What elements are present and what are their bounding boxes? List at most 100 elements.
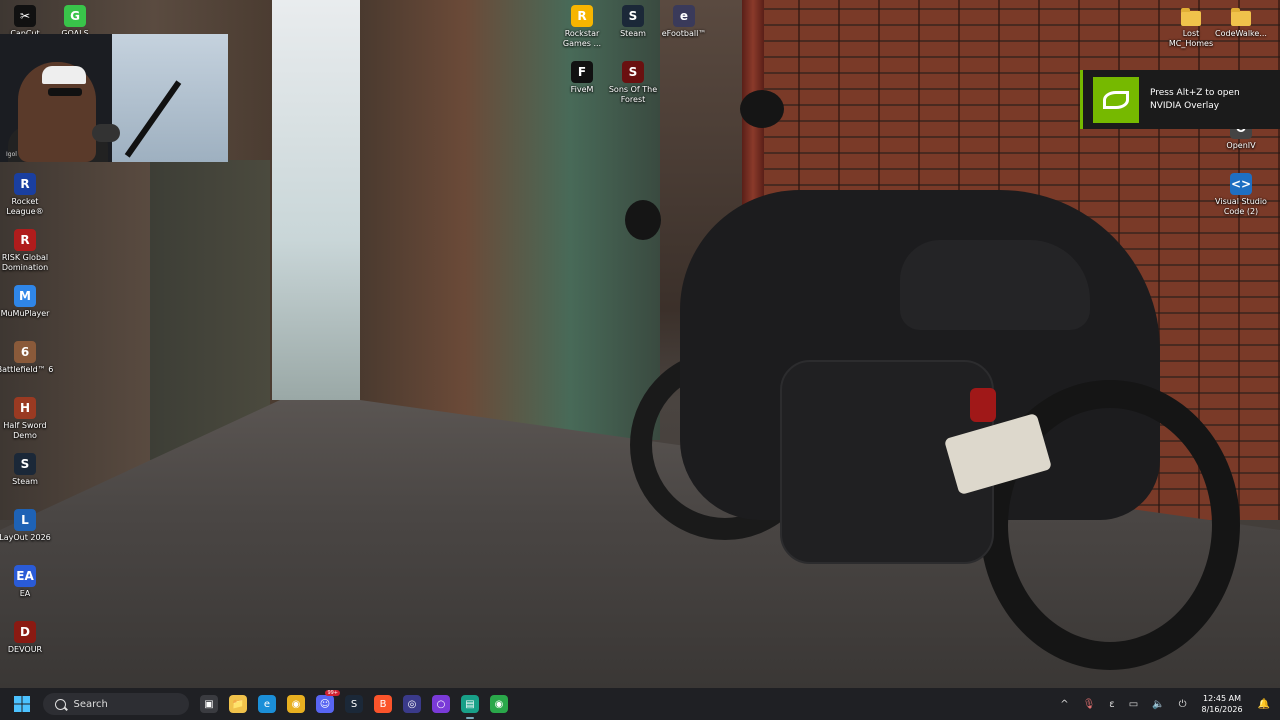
desktop-shortcut[interactable]: <> Visual Studio Code (2)	[1211, 173, 1271, 217]
desktop-shortcut-label: Half Sword Demo	[3, 421, 47, 440]
ea-icon: EA	[14, 565, 36, 587]
taskbar-clock[interactable]: 12:45 AM 8/16/2026	[1202, 693, 1243, 715]
taskbar-chrome-button[interactable]: ◉	[284, 692, 308, 716]
power-icon[interactable]: ⏻	[1179, 699, 1187, 710]
taskbar-chrome-2-button[interactable]: ◉	[487, 692, 511, 716]
steam-icon: S	[345, 695, 363, 713]
nvidia-overlay-toast[interactable]: Press Alt+Z to open NVIDIA Overlay	[1080, 70, 1280, 129]
volume-icon[interactable]: 🔈	[1152, 699, 1164, 710]
desktop-shortcut[interactable]: e eFootball™	[654, 5, 714, 39]
battlefield-icon: 6	[14, 341, 36, 363]
desktop-shortcut-label: RISK Global Domination	[1, 253, 49, 272]
chrome-2-icon: ◉	[490, 695, 508, 713]
desktop-shortcut[interactable]: L LayOut 2026	[0, 509, 55, 543]
nvidia-logo-icon	[1093, 76, 1139, 123]
mirror	[625, 200, 661, 240]
network-icon[interactable]: ▭	[1129, 699, 1138, 710]
vscode-icon: <>	[1230, 173, 1252, 195]
clock-date: 8/16/2026	[1201, 705, 1243, 714]
folder-icon	[1180, 5, 1202, 27]
windows-logo-icon	[14, 696, 30, 712]
steam-icon: S	[14, 453, 36, 475]
desktop-shortcut-label: Sons Of The Forest	[608, 85, 658, 104]
discord-icon: ☺	[316, 695, 334, 713]
desktop-shortcut-label: CodeWalke...	[1215, 29, 1267, 38]
desktop-shortcut[interactable]: D DEVOUR	[0, 621, 55, 655]
search-icon	[54, 698, 66, 710]
rocket-league-icon: R	[14, 173, 36, 195]
wallpaper-sky	[272, 0, 367, 400]
capcut-icon: ✂	[14, 5, 36, 27]
desktop-shortcut-label: MuMuPlayer	[0, 309, 50, 318]
file-explorer-icon: 📁	[229, 695, 247, 713]
wallpaper-motorcycle	[620, 90, 1260, 670]
desktop-shortcut-label: Visual Studio Code (2)	[1215, 197, 1267, 216]
search-placeholder: Search	[73, 698, 108, 710]
goals-icon: G	[64, 5, 86, 27]
microphone-icon[interactable]: 🎙	[1083, 699, 1096, 710]
motorcycle-seat	[900, 240, 1090, 330]
taskbar-notes-button[interactable]: ○	[429, 692, 453, 716]
taskbar-steam-button[interactable]: S	[342, 692, 366, 716]
microphone	[92, 124, 120, 142]
desktop-shortcut-label: Rocket League®	[6, 197, 44, 216]
webcam-overlay: Igol	[0, 34, 228, 162]
desktop-shortcut[interactable]: 6 Battlefield™ 6	[0, 341, 55, 375]
taskbar-brave-button[interactable]: B	[371, 692, 395, 716]
desktop-shortcut[interactable]: EA EA	[0, 565, 55, 599]
layout-icon: L	[14, 509, 36, 531]
desktop-shortcut-label: Steam	[12, 477, 38, 486]
task-view-icon: ▣	[200, 695, 218, 713]
devour-icon: D	[14, 621, 36, 643]
desktop-shortcut[interactable]: R Rocket League®	[0, 173, 55, 217]
mirror	[740, 90, 784, 128]
notes-icon: ○	[432, 695, 450, 713]
desktop-shortcut-label: LayOut 2026	[0, 533, 51, 542]
taskbar-search-box[interactable]: Search	[42, 693, 189, 715]
desktop-shortcut[interactable]: R RISK Global Domination	[0, 229, 55, 273]
language-indicator[interactable]: ε	[1109, 699, 1114, 710]
tray-overflow-chevron-icon[interactable]: ^	[1060, 699, 1068, 710]
desktop-shortcut[interactable]: CodeWalke...	[1211, 5, 1271, 39]
notification-bell-icon[interactable]: 🔔	[1258, 699, 1270, 710]
desktop-shortcut[interactable]: H Half Sword Demo	[0, 397, 55, 441]
taskbar-file-explorer-button[interactable]: 📁	[226, 692, 250, 716]
discord-notification-badge: 99+	[325, 690, 340, 696]
start-button[interactable]	[10, 692, 34, 716]
risk-icon: R	[14, 229, 36, 251]
taskbar: Search ▣ 📁 e ◉ ☺ 99+ S B ◎ ○ ▤ ◉ ^ 🎙 ε ▭ 🔈 ⏻ 12:45 …	[0, 688, 1280, 720]
desktop-shortcut[interactable]: S Sons Of The Forest	[603, 61, 663, 105]
system-tray: ^ 🎙 ε ▭ 🔈 ⏻ 12:45 AM 8/16/2026 🔔	[1053, 688, 1280, 720]
desktop-shortcut-label: Battlefield™ 6	[0, 365, 54, 374]
desktop-shortcut[interactable]: S Steam	[0, 453, 55, 487]
mumuplayer-icon: M	[14, 285, 36, 307]
brave-icon: B	[374, 695, 392, 713]
efootball-icon: e	[673, 5, 695, 27]
desktop-shortcut[interactable]: M MuMuPlayer	[0, 285, 55, 319]
taskbar-obs-button[interactable]: ◎	[400, 692, 424, 716]
rockstar-icon: R	[571, 5, 593, 27]
webcam-person-hat	[42, 66, 86, 84]
taskbar-edge-button[interactable]: e	[255, 692, 279, 716]
folder-icon	[1230, 5, 1252, 27]
capcut-icon: ▤	[461, 695, 479, 713]
sons-of-the-forest-icon: S	[622, 61, 644, 83]
tail-light	[970, 388, 996, 422]
webcam-tag: Igol	[6, 151, 17, 158]
edge-icon: e	[258, 695, 276, 713]
desktop-shortcut-label: DEVOUR	[7, 645, 43, 654]
clock-time: 12:45 AM	[1203, 694, 1242, 703]
obs-icon: ◎	[403, 695, 421, 713]
taskbar-discord-button[interactable]: ☺ 99+	[313, 690, 340, 716]
half-sword-icon: H	[14, 397, 36, 419]
webcam-person-glasses	[48, 88, 82, 96]
chrome-icon: ◉	[287, 695, 305, 713]
desktop-shortcut-label: OpenIV	[1226, 141, 1256, 150]
desktop-shortcut-label: EA	[19, 589, 31, 598]
steam-icon: S	[622, 5, 644, 27]
toast-message: Press Alt+Z to open NVIDIA Overlay	[1150, 87, 1240, 111]
taskbar-task-view-button[interactable]: ▣	[197, 692, 221, 716]
desktop-shortcut-label: eFootball™	[661, 29, 707, 38]
taskbar-capcut-button[interactable]: ▤	[458, 692, 482, 719]
fivem-icon: F	[571, 61, 593, 83]
